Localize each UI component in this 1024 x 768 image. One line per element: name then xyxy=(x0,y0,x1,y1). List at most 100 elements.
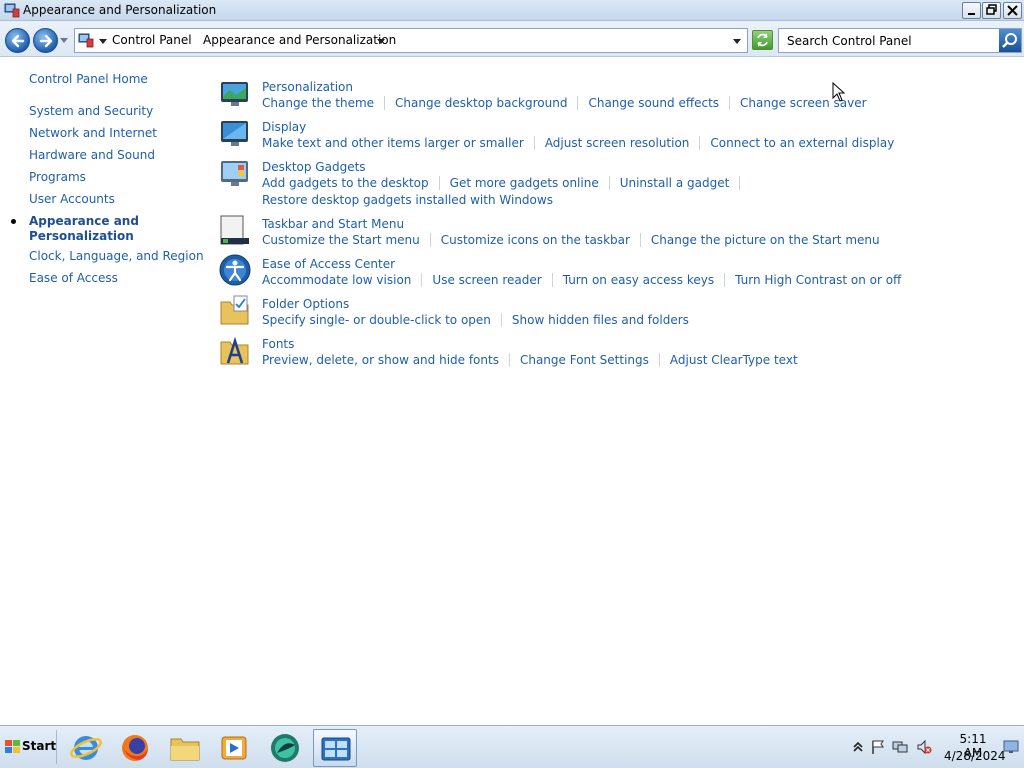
title-bar: Appearance and Personalization xyxy=(0,0,1024,21)
section-title-fonts[interactable]: Fonts xyxy=(262,337,294,351)
network-icon[interactable] xyxy=(892,739,908,755)
link-make-text-larger[interactable]: Make text and other items larger or smal… xyxy=(262,136,524,150)
folder-options-icon xyxy=(220,295,249,325)
back-button[interactable] xyxy=(5,28,30,53)
nav-user-accounts[interactable]: User Accounts xyxy=(29,192,115,206)
taskbar-firefox[interactable] xyxy=(113,729,157,767)
start-button[interactable]: Start xyxy=(2,734,56,760)
taskbar-file-explorer[interactable] xyxy=(163,729,207,767)
fonts-icon xyxy=(220,336,249,365)
link-separator xyxy=(729,96,731,110)
nav-hardware-and-sound[interactable]: Hardware and Sound xyxy=(29,148,155,162)
link-connect-external-display[interactable]: Connect to an external display xyxy=(710,136,894,150)
minimize-button[interactable] xyxy=(962,2,981,19)
section-title-folder-options[interactable]: Folder Options xyxy=(262,297,349,311)
link-restore-desktop-gadgets[interactable]: Restore desktop gadgets installed with W… xyxy=(262,193,553,207)
taskbar-icon xyxy=(220,215,249,245)
link-get-more-gadgets[interactable]: Get more gadgets online xyxy=(450,176,599,190)
address-bar[interactable]: Control Panel Appearance and Personaliza… xyxy=(74,28,748,53)
link-change-sound-effects[interactable]: Change sound effects xyxy=(588,96,719,110)
media-player-icon xyxy=(221,736,247,760)
taskbar-app[interactable] xyxy=(263,729,307,767)
address-toolbar: Control Panel Appearance and Personaliza… xyxy=(0,21,1024,57)
link-accommodate-low-vision[interactable]: Accommodate low vision xyxy=(262,273,411,287)
taskbar-internet-explorer[interactable] xyxy=(64,729,108,767)
link-change-theme[interactable]: Change the theme xyxy=(262,96,374,110)
section-title-personalization[interactable]: Personalization xyxy=(262,80,353,94)
search-input[interactable] xyxy=(779,29,1001,52)
link-change-font-settings[interactable]: Change Font Settings xyxy=(520,353,649,367)
desktop-gadgets-links: Add gadgets to the desktop Get more gadge… xyxy=(262,176,750,190)
close-button[interactable] xyxy=(1003,2,1022,19)
windows-logo-icon xyxy=(5,740,20,753)
breadcrumb-appearance[interactable]: Appearance and Personalization xyxy=(203,33,396,47)
breadcrumb-root-chevron-icon[interactable] xyxy=(99,39,107,44)
link-uninstall-gadget[interactable]: Uninstall a gadget xyxy=(620,176,730,190)
nav-programs[interactable]: Programs xyxy=(29,170,86,184)
link-preview-fonts[interactable]: Preview, delete, or show and hide fonts xyxy=(262,353,499,367)
gadgets-icon xyxy=(221,161,248,186)
nav-current-line-1: Appearance and xyxy=(29,214,139,228)
volume-muted-icon[interactable] xyxy=(916,739,932,755)
start-label: Start xyxy=(22,739,57,753)
show-desktop-icon[interactable] xyxy=(1003,740,1019,754)
file-explorer-icon xyxy=(170,738,200,761)
breadcrumb-control-panel[interactable]: Control Panel xyxy=(112,33,192,47)
link-easy-access-keys[interactable]: Turn on easy access keys xyxy=(563,273,714,287)
control-panel-icon xyxy=(78,33,94,48)
section-title-taskbar-start-menu[interactable]: Taskbar and Start Menu xyxy=(262,217,404,231)
link-change-start-menu-picture[interactable]: Change the picture on the Start menu xyxy=(651,233,880,247)
refresh-icon xyxy=(757,33,768,47)
current-page-bullet xyxy=(11,219,16,224)
taskbar-control-panel[interactable] xyxy=(313,729,357,767)
nav-ease-of-access[interactable]: Ease of Access xyxy=(29,271,118,285)
link-use-screen-reader[interactable]: Use screen reader xyxy=(432,273,541,287)
link-adjust-cleartype[interactable]: Adjust ClearType text xyxy=(670,353,798,367)
clock-date[interactable]: 4/28/2024 xyxy=(944,749,1006,763)
nav-clock-language-region[interactable]: Clock, Language, and Region xyxy=(29,249,204,263)
link-customize-start-menu[interactable]: Customize the Start menu xyxy=(262,233,420,247)
window-title: Appearance and Personalization xyxy=(23,3,217,17)
link-separator xyxy=(551,273,553,287)
link-high-contrast[interactable]: Turn High Contrast on or off xyxy=(735,273,901,287)
section-title-ease-of-access-center[interactable]: Ease of Access Center xyxy=(262,257,395,271)
link-separator xyxy=(639,233,641,247)
forward-button[interactable] xyxy=(33,28,58,53)
link-change-desktop-background[interactable]: Change desktop background xyxy=(395,96,567,110)
fonts-links: Preview, delete, or show and hide fonts C… xyxy=(262,353,798,367)
section-title-display[interactable]: Display xyxy=(262,120,306,134)
link-add-gadgets[interactable]: Add gadgets to the desktop xyxy=(262,176,429,190)
search-box[interactable] xyxy=(778,28,1022,53)
restore-icon xyxy=(986,4,997,15)
app-icon xyxy=(271,734,299,762)
show-hidden-icons-icon[interactable] xyxy=(850,739,866,755)
arrow-right-icon xyxy=(39,34,53,48)
link-single-double-click[interactable]: Specify single- or double-click to open xyxy=(262,313,491,327)
breadcrumb-chevron-icon[interactable] xyxy=(377,39,385,44)
taskbar: Start 5:11 AM 4/28/2024 xyxy=(0,725,1024,768)
mouse-cursor-icon xyxy=(832,82,846,102)
address-dropdown-icon[interactable] xyxy=(733,39,741,44)
action-center-flag-icon[interactable] xyxy=(870,739,886,755)
recent-pages-chevron-icon[interactable] xyxy=(60,38,68,43)
nav-network-and-internet[interactable]: Network and Internet xyxy=(29,126,157,140)
refresh-button[interactable] xyxy=(752,30,773,50)
link-change-screen-saver[interactable]: Change screen saver xyxy=(740,96,867,110)
link-adjust-screen-resolution[interactable]: Adjust screen resolution xyxy=(545,136,690,150)
notification-area: 5:11 AM 4/28/2024 xyxy=(846,726,1024,768)
nav-system-and-security[interactable]: System and Security xyxy=(29,104,153,118)
search-button[interactable] xyxy=(999,29,1021,52)
link-show-hidden-files[interactable]: Show hidden files and folders xyxy=(512,313,689,327)
nav-appearance-and-personalization[interactable]: Appearance and Personalization xyxy=(29,214,139,244)
link-customize-taskbar-icons[interactable]: Customize icons on the taskbar xyxy=(441,233,630,247)
minimize-icon xyxy=(968,13,975,15)
link-separator xyxy=(724,273,726,287)
link-separator xyxy=(429,233,431,247)
taskbar-media-player[interactable] xyxy=(212,729,256,767)
link-separator xyxy=(421,273,423,287)
link-separator xyxy=(508,353,510,367)
section-title-desktop-gadgets[interactable]: Desktop Gadgets xyxy=(262,160,366,174)
restore-button[interactable] xyxy=(982,2,1001,19)
control-panel-home-link[interactable]: Control Panel Home xyxy=(29,72,148,86)
personalization-icon xyxy=(221,82,248,106)
